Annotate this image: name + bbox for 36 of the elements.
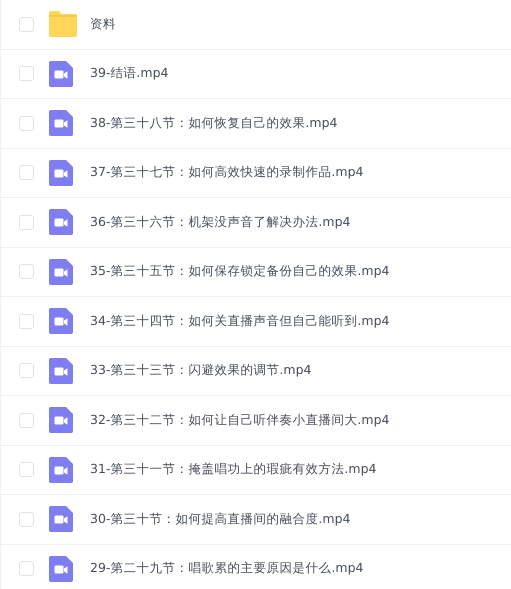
- video-file-icon: [49, 258, 73, 285]
- checkbox[interactable]: [19, 264, 34, 280]
- video-file-icon: [49, 407, 73, 434]
- checkbox[interactable]: [19, 561, 34, 576]
- file-name[interactable]: 39-结语.mp4: [90, 65, 168, 82]
- checkbox[interactable]: [19, 66, 34, 82]
- checkbox[interactable]: [19, 412, 34, 428]
- video-file-icon: [49, 160, 73, 186]
- checkbox[interactable]: [19, 512, 34, 527]
- file-name[interactable]: 32-第三十二节：如何让自己听伴奏小直播间大.mp4: [90, 412, 390, 429]
- file-name[interactable]: 38-第三十八节：如何恢复自己的效果.mp4: [90, 114, 338, 132]
- file-name[interactable]: 31-第三十一节：掩盖唱功上的瑕疵有效方法.mp4: [90, 461, 376, 478]
- checkbox[interactable]: [19, 363, 34, 378]
- checkbox[interactable]: [19, 165, 34, 180]
- file-name[interactable]: 36-第三十六节：机架没声音了解决办法.mp4: [90, 214, 350, 231]
- video-file-icon: [49, 506, 73, 532]
- checkbox[interactable]: [19, 16, 34, 32]
- folder-icon: [49, 11, 77, 38]
- video-file-icon: [49, 209, 73, 236]
- checkbox[interactable]: [19, 314, 34, 329]
- video-file-icon: [49, 308, 73, 334]
- file-name[interactable]: 34-第三十四节：如何关直播声音但自己能听到.mp4: [90, 312, 390, 330]
- video-file-icon: [49, 358, 73, 384]
- video-file-icon: [49, 556, 73, 582]
- checkbox[interactable]: [19, 116, 34, 131]
- file-name[interactable]: 37-第三十七节：如何高效快速的录制作品.mp4: [90, 164, 364, 182]
- video-file-icon: [49, 456, 73, 483]
- file-name[interactable]: 29-第二十九节：唱歌累的主要原因是什么.mp4: [90, 560, 364, 578]
- video-file-icon: [49, 110, 73, 136]
- checkbox[interactable]: [19, 462, 34, 478]
- file-name[interactable]: 资料: [90, 16, 116, 33]
- video-file-icon: [49, 60, 73, 87]
- file-name[interactable]: 33-第三十三节：闪避效果的调节.mp4: [90, 362, 312, 380]
- checkbox[interactable]: [19, 214, 34, 230]
- file-name[interactable]: 35-第三十五节：如何保存锁定备份自己的效果.mp4: [90, 263, 390, 280]
- file-name[interactable]: 30-第三十节：如何提高直播间的融合度.mp4: [90, 510, 350, 528]
